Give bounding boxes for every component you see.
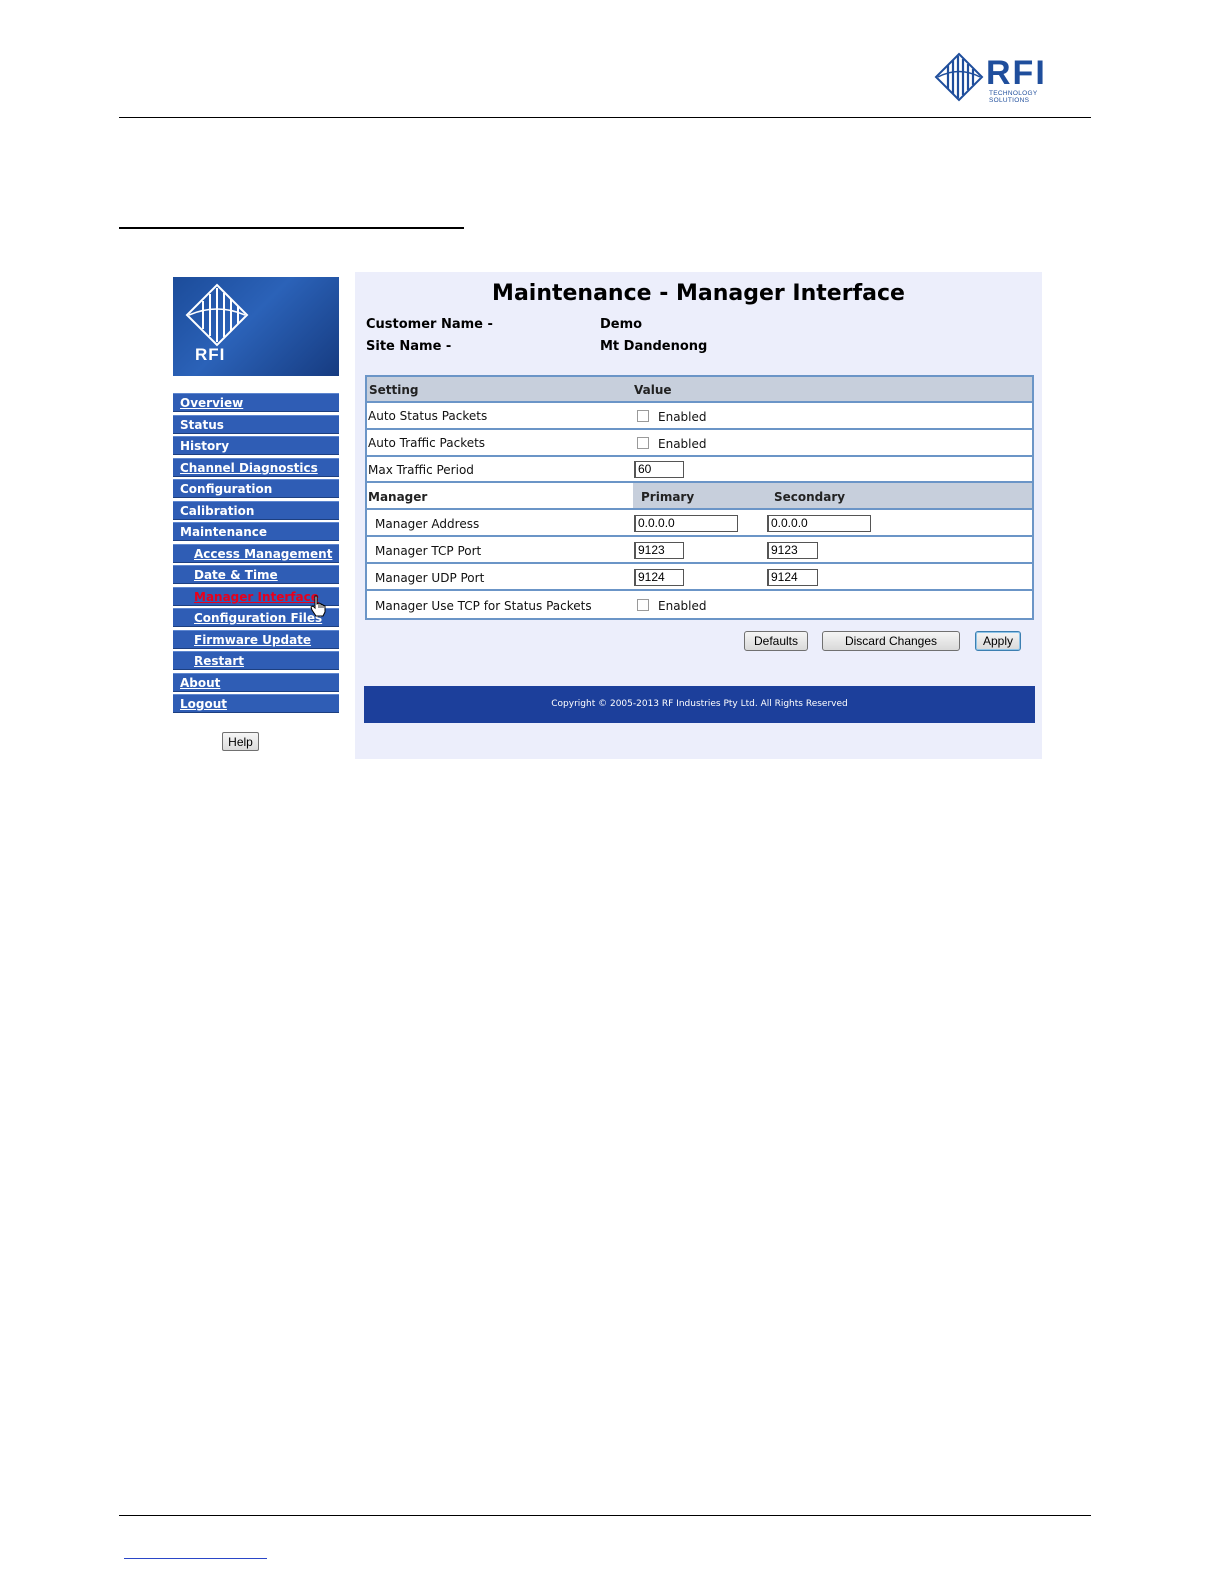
- table-row: Auto Traffic Packets Enabled: [367, 430, 1032, 457]
- footer-rule: [119, 1515, 1091, 1516]
- table-row: Max Traffic Period 60: [367, 457, 1032, 483]
- nav-label: Channel Diagnostics: [180, 461, 318, 475]
- nav-label: Status: [180, 418, 224, 432]
- table-row: Manager TCP Port 9123 9123: [367, 537, 1032, 564]
- rfi-diamond-icon: [934, 52, 984, 102]
- table-row: Manager Address 0.0.0.0 0.0.0.0: [367, 510, 1032, 537]
- nav-label: Maintenance: [180, 525, 268, 539]
- nav-configuration[interactable]: Configuration: [173, 479, 339, 498]
- defaults-button[interactable]: Defaults: [744, 631, 808, 651]
- copyright-footer: Copyright © 2005-2013 RF Industries Pty …: [364, 686, 1035, 723]
- page-title: Maintenance - Manager Interface: [492, 281, 905, 306]
- auto-status-checkbox[interactable]: [637, 410, 649, 422]
- nav-label: Date & Time: [194, 568, 278, 582]
- logo-tagline: TECHNOLOGY SOLUTIONS: [989, 90, 1038, 104]
- apply-button[interactable]: Apply: [975, 631, 1021, 651]
- max-traffic-label: Max Traffic Period: [368, 463, 474, 477]
- nav-overview[interactable]: Overview: [173, 393, 339, 412]
- auto-status-enabled-label: Enabled: [658, 410, 707, 424]
- nav-about[interactable]: About: [173, 673, 339, 692]
- section-underline: [119, 227, 464, 229]
- nav-label: Firmware Update: [194, 633, 312, 647]
- table-row: Manager UDP Port 9124 9124: [367, 564, 1032, 591]
- settings-table: Setting Value Auto Status Packets Enable…: [365, 375, 1034, 620]
- nav-history[interactable]: History: [173, 436, 339, 455]
- logo-wordmark: RFI: [986, 54, 1047, 92]
- manager-udp-secondary-input[interactable]: 9124: [767, 569, 818, 586]
- site-name-label: Site Name -: [366, 339, 452, 354]
- nav-date-time[interactable]: Date & Time: [173, 565, 339, 584]
- manager-section-header: Manager: [368, 490, 428, 504]
- nav-restart[interactable]: Restart: [173, 651, 339, 670]
- discard-changes-button[interactable]: Discard Changes: [822, 631, 960, 651]
- help-button[interactable]: Help: [222, 732, 259, 751]
- manager-address-label: Manager Address: [375, 517, 480, 531]
- nav-label: Access Management: [194, 547, 333, 561]
- customer-name-value: Demo: [600, 317, 643, 332]
- customer-name-label: Customer Name -: [366, 317, 493, 332]
- site-name-value: Mt Dandenong: [600, 339, 708, 354]
- hand-cursor-icon: [310, 595, 326, 617]
- manager-udp-port-label: Manager UDP Port: [375, 571, 485, 585]
- nav-label: Restart: [194, 654, 245, 668]
- nav-label: Calibration: [180, 504, 255, 518]
- auto-traffic-enabled-label: Enabled: [658, 437, 707, 451]
- table-row: Auto Status Packets Enabled: [367, 403, 1032, 430]
- nav-label: History: [180, 439, 230, 453]
- table-row: Manager Use TCP for Status Packets Enabl…: [367, 591, 1032, 618]
- main-panel: Maintenance - Manager Interface Customer…: [355, 272, 1042, 759]
- nav-logout[interactable]: Logout: [173, 694, 339, 713]
- primary-column-header: Primary: [641, 490, 695, 504]
- nav-calibration[interactable]: Calibration: [173, 501, 339, 520]
- nav-label: Manager Interface: [194, 590, 319, 604]
- setting-column-header: Setting: [369, 383, 419, 397]
- rfi-emblem-icon: [185, 283, 249, 347]
- use-tcp-enabled-label: Enabled: [658, 599, 707, 613]
- nav-label: About: [180, 676, 221, 690]
- header-rule: [119, 117, 1091, 118]
- nav-label: Configuration Files: [194, 611, 323, 625]
- auto-traffic-checkbox[interactable]: [637, 437, 649, 449]
- nav-label: Overview: [180, 396, 244, 410]
- manager-tcp-secondary-input[interactable]: 9123: [767, 542, 818, 559]
- manager-udp-primary-input[interactable]: 9124: [634, 569, 684, 586]
- use-tcp-status-label: Manager Use TCP for Status Packets: [375, 599, 592, 613]
- nav-label: Configuration: [180, 482, 273, 496]
- manager-address-primary-input[interactable]: 0.0.0.0: [634, 515, 738, 532]
- company-logo: RFI TECHNOLOGY SOLUTIONS: [934, 52, 1064, 104]
- sidebar-logo: RFI: [173, 277, 339, 376]
- secondary-column-header: Secondary: [774, 490, 846, 504]
- value-column-header: Value: [634, 383, 672, 397]
- use-tcp-checkbox[interactable]: [637, 599, 649, 611]
- table-header-row: Setting Value: [367, 377, 1032, 403]
- manager-tcp-primary-input[interactable]: 9123: [634, 542, 684, 559]
- web-ui-screenshot: RFI Overview Status History Channel Diag…: [170, 270, 1044, 762]
- nav-status[interactable]: Status: [173, 415, 339, 434]
- manager-header-row: Manager Primary Secondary: [367, 483, 1032, 510]
- nav-label: Logout: [180, 697, 228, 711]
- nav-channel-diagnostics[interactable]: Channel Diagnostics: [173, 458, 339, 477]
- footer-link-underline: [124, 1558, 267, 1559]
- manager-tcp-port-label: Manager TCP Port: [375, 544, 482, 558]
- nav-firmware-update[interactable]: Firmware Update: [173, 630, 339, 649]
- manager-address-secondary-input[interactable]: 0.0.0.0: [767, 515, 871, 532]
- nav-maintenance[interactable]: Maintenance: [173, 522, 339, 541]
- auto-traffic-label: Auto Traffic Packets: [368, 436, 486, 450]
- nav-access-management[interactable]: Access Management: [173, 544, 339, 563]
- sidebar-logo-text: RFI: [195, 345, 226, 364]
- manager-column-headers: Primary Secondary: [633, 483, 1032, 508]
- auto-status-label: Auto Status Packets: [368, 409, 488, 423]
- max-traffic-input[interactable]: 60: [634, 461, 684, 478]
